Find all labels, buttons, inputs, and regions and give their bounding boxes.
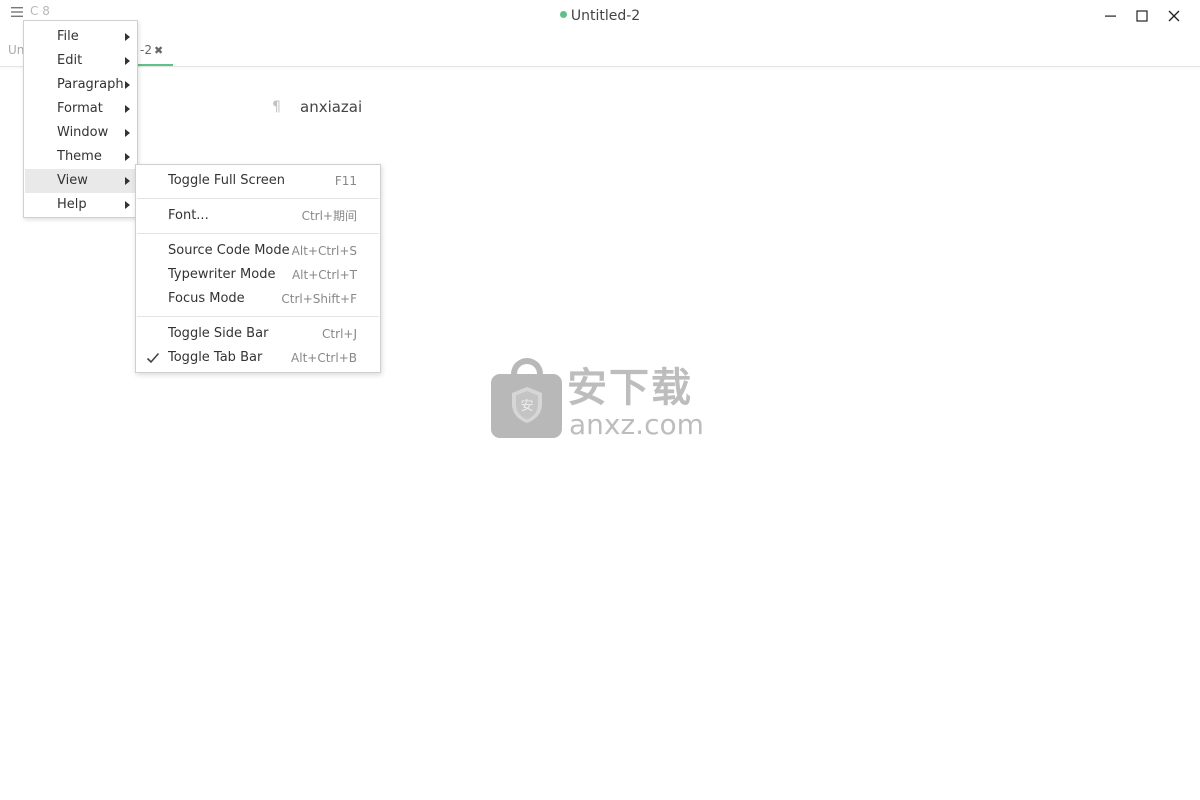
submenu-arrow-icon — [125, 81, 130, 89]
submenu-arrow-icon — [125, 129, 130, 137]
minimize-icon — [1105, 15, 1116, 17]
saved-status-dot-icon — [559, 11, 567, 18]
menu-item-label: Toggle Side Bar — [168, 326, 269, 341]
menu-item-label: Toggle Tab Bar — [168, 350, 263, 365]
shortcut-label: Ctrl+期间 — [301, 209, 357, 223]
menu-item-label: Focus Mode — [168, 291, 245, 306]
submenu-arrow-icon — [125, 153, 130, 161]
menu-item-paragraph[interactable]: Paragraph — [25, 73, 136, 97]
watermark-cn-text: 安下载 — [567, 365, 693, 411]
menu-item-label: Edit — [57, 53, 83, 68]
tab-close-icon[interactable]: ✖ — [154, 44, 163, 57]
title-bar: C 8 Untitled-2 — [0, 0, 1200, 32]
shortcut-label: Alt+Ctrl+B — [291, 351, 357, 365]
menu-item-help[interactable]: Help — [25, 193, 136, 217]
menu-item-label: Theme — [57, 149, 102, 164]
menu-item-window[interactable]: Window — [25, 121, 136, 145]
menu-item-typewriter-mode[interactable]: Typewriter Mode Alt+Ctrl+T — [137, 263, 379, 287]
watermark-en-text: anxz.com — [569, 408, 704, 441]
shortcut-label: Ctrl+Shift+F — [281, 292, 357, 306]
submenu-arrow-icon — [125, 57, 130, 65]
menu-item-view[interactable]: View — [25, 169, 136, 193]
shortcut-label: Ctrl+J — [322, 327, 357, 341]
main-menu: File Edit Paragraph Format Window Theme … — [23, 20, 138, 218]
menu-separator — [137, 316, 379, 317]
shield-icon: 安 — [512, 387, 542, 423]
editor-text[interactable]: anxiazai — [300, 98, 362, 116]
submenu-arrow-icon — [125, 33, 130, 41]
maximize-button[interactable] — [1134, 8, 1150, 24]
checkmark-icon — [146, 352, 160, 364]
menu-item-font[interactable]: Font... Ctrl+期间 — [137, 204, 379, 228]
menu-item-label: Format — [57, 101, 103, 116]
maximize-icon — [1136, 10, 1148, 22]
menu-item-edit[interactable]: Edit — [25, 49, 136, 73]
menu-item-label: File — [57, 29, 79, 44]
tab-untitled-1[interactable]: Un — [8, 43, 24, 57]
menu-separator — [137, 233, 379, 234]
menu-item-label: Font... — [168, 208, 209, 223]
window-title-text: Untitled-2 — [570, 8, 641, 24]
shortcut-label: F11 — [334, 174, 357, 188]
menu-item-toggle-tab-bar[interactable]: Toggle Tab Bar Alt+Ctrl+B — [137, 346, 379, 370]
submenu-arrow-icon — [125, 177, 130, 185]
watermark-logo: 安 安下载 anxz.com — [491, 358, 711, 442]
tab-label: -2 — [140, 43, 152, 57]
menu-item-label: Window — [57, 125, 109, 140]
menu-item-label: Help — [57, 197, 87, 212]
submenu-arrow-icon — [125, 201, 130, 209]
menu-item-label: Typewriter Mode — [168, 267, 276, 282]
menu-separator — [137, 198, 379, 199]
menu-item-label: View — [57, 173, 88, 188]
menu-item-toggle-side-bar[interactable]: Toggle Side Bar Ctrl+J — [137, 322, 379, 346]
minimize-button[interactable] — [1103, 8, 1119, 24]
tab-bar: Un -2 ✖ — [0, 32, 1200, 67]
close-icon — [1168, 10, 1180, 22]
menu-item-label: Toggle Full Screen — [168, 173, 285, 188]
shortcut-label: Alt+Ctrl+S — [291, 244, 357, 258]
close-window-button[interactable] — [1166, 8, 1182, 24]
view-submenu: Toggle Full Screen F11 Font... Ctrl+期间 S… — [135, 164, 381, 373]
submenu-arrow-icon — [125, 105, 130, 113]
window-title: Untitled-2 — [0, 8, 1200, 24]
menu-item-toggle-full-screen[interactable]: Toggle Full Screen F11 — [137, 169, 379, 193]
shortcut-label: Alt+Ctrl+T — [291, 268, 357, 282]
watermark-shield-text: 安 — [520, 399, 533, 414]
menu-item-source-code-mode[interactable]: Source Code Mode Alt+Ctrl+S — [137, 239, 379, 263]
paragraph-mark-icon: ¶ — [272, 99, 281, 115]
menu-item-file[interactable]: File — [25, 25, 136, 49]
menu-item-format[interactable]: Format — [25, 97, 136, 121]
menu-item-theme[interactable]: Theme — [25, 145, 136, 169]
menu-item-label: Paragraph — [57, 77, 124, 92]
menu-item-focus-mode[interactable]: Focus Mode Ctrl+Shift+F — [137, 287, 379, 311]
menu-item-label: Source Code Mode — [168, 243, 290, 258]
tab-untitled-2[interactable]: -2 ✖ — [136, 32, 173, 66]
